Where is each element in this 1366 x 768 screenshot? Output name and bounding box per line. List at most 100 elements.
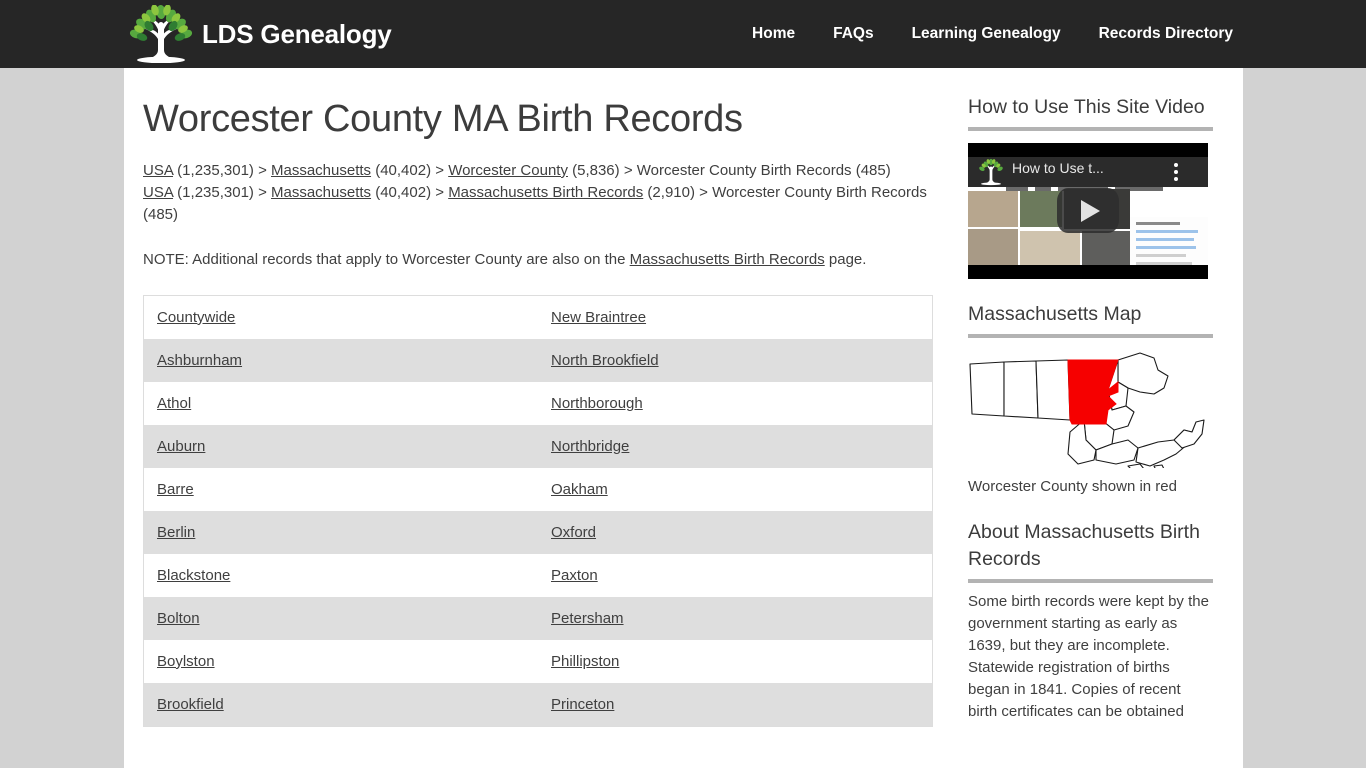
sidebar-video-widget: How to Use This Site Video How to Use t.… [968,94,1213,279]
breadcrumb-link-massachusetts[interactable]: Massachusetts [271,162,371,179]
town-link[interactable]: Paxton [551,567,598,584]
table-cell-left: Berlin [144,511,539,554]
table-cell-left: Ashburnham [144,339,539,382]
breadcrumb-line-1: USA (1,235,301) > Massachusetts (40,402)… [143,160,933,182]
table-row: Ashburnham North Brookfield [143,338,933,382]
town-link[interactable]: Countywide [157,309,235,326]
table-cell-left: Countywide [144,295,539,339]
main-navigation: Home FAQs Learning Genealogy Records Dir… [733,0,1252,68]
table-cell-right: Petersham [538,597,933,640]
kebab-menu-icon[interactable] [1174,163,1178,184]
breadcrumb2-births-count: (2,910) > [643,183,713,201]
town-link[interactable]: Ashburnham [157,352,242,369]
town-link[interactable]: Brookfield [157,696,224,713]
sidebar: How to Use This Site Video How to Use t.… [968,68,1213,738]
video-widget-heading: How to Use This Site Video [968,94,1213,131]
town-link[interactable]: Phillipston [551,653,619,670]
breadcrumb2-link-usa[interactable]: USA [143,184,173,201]
table-cell-left: Brookfield [144,683,539,727]
page-title: Worcester County MA Birth Records [143,98,743,140]
tree-logo-icon [979,158,1003,186]
site-header: LDS Genealogy Home FAQs Learning Genealo… [0,0,1366,68]
note-text-before: NOTE: Additional records that apply to W… [143,250,630,268]
note-link-massachusetts-birth-records[interactable]: Massachusetts Birth Records [630,251,825,268]
table-cell-right: Princeton [538,683,933,727]
video-thumb-nav-strip [1006,178,1176,191]
map-caption: Worcester County shown in red [968,478,1177,495]
about-widget-heading: About Massachusetts Birth Records [968,519,1213,583]
town-links-body: Countywide New Braintree Ashburnham Nort… [143,295,933,727]
main-content: Worcester County MA Birth Records USA (1… [143,68,948,727]
table-cell-right: Northbridge [538,425,933,468]
nav-item-faqs[interactable]: FAQs [814,25,892,43]
table-cell-right: Phillipston [538,640,933,683]
nav-item-learning-genealogy[interactable]: Learning Genealogy [893,25,1080,43]
table-cell-right: Northborough [538,382,933,425]
table-cell-right: Oxford [538,511,933,554]
town-link[interactable]: Princeton [551,696,614,713]
note-paragraph: NOTE: Additional records that apply to W… [143,249,933,271]
breadcrumb2-usa-count: (1,235,301) > [173,183,271,201]
town-link[interactable]: Barre [157,481,194,498]
video-thumb-sidepanel [1130,217,1208,265]
breadcrumb-link-worcester-county[interactable]: Worcester County [448,162,568,179]
table-row: Athol Northborough [143,381,933,425]
breadcrumb2-link-massachusetts-birth-records[interactable]: Massachusetts Birth Records [448,184,643,201]
table-cell-right: North Brookfield [538,339,933,382]
massachusetts-map-image [968,348,1208,473]
nav-item-records-directory[interactable]: Records Directory [1080,25,1252,43]
video-title-overlay: How to Use t... [1012,160,1104,176]
town-link[interactable]: Oakham [551,481,608,498]
map-widget-heading: Massachusetts Map [968,301,1213,338]
table-cell-left: Athol [144,382,539,425]
town-link[interactable]: Auburn [157,438,205,455]
table-row: Berlin Oxford [143,510,933,554]
tree-logo-icon [129,5,193,63]
about-widget-text: Some birth records were kept by the gove… [968,593,1209,720]
video-thumb-topbar: How to Use t... [968,157,1208,191]
breadcrumb-county-count: (5,836) > [567,161,637,179]
video-player[interactable]: How to Use t... [968,143,1208,279]
breadcrumb2-state-count: (40,402) > [371,183,449,201]
breadcrumb-line-2: USA (1,235,301) > Massachusetts (40,402)… [143,182,933,226]
town-link[interactable]: Berlin [157,524,195,541]
town-link[interactable]: North Brookfield [551,352,659,369]
town-link[interactable]: Northborough [551,395,643,412]
table-row: Barre Oakham [143,467,933,511]
breadcrumb2-link-massachusetts[interactable]: Massachusetts [271,184,371,201]
brand-name: LDS Genealogy [202,18,392,49]
table-cell-left: Boylston [144,640,539,683]
breadcrumb-link-usa[interactable]: USA [143,162,173,179]
massachusetts-map-icon [969,352,1205,471]
table-cell-left: Bolton [144,597,539,640]
town-link[interactable]: Blackstone [157,567,230,584]
sidebar-about-widget: About Massachusetts Birth Records Some b… [968,519,1213,723]
play-button-icon[interactable] [1057,188,1119,233]
table-row: Brookfield Princeton [143,682,933,727]
nav-item-home[interactable]: Home [733,25,814,43]
town-links-table: Countywide New Braintree Ashburnham Nort… [143,294,933,727]
table-row: Auburn Northbridge [143,424,933,468]
brand-logo-link[interactable]: LDS Genealogy [128,4,392,64]
town-link[interactable]: Athol [157,395,191,412]
breadcrumb-state-count: (40,402) > [371,161,449,179]
breadcrumb-current-1: Worcester County Birth Records (485) [636,161,891,179]
town-link[interactable]: Boylston [157,653,215,670]
town-link[interactable]: Northbridge [551,438,629,455]
town-link[interactable]: Bolton [157,610,200,627]
town-link[interactable]: Oxford [551,524,596,541]
town-link[interactable]: Petersham [551,610,624,627]
table-cell-left: Barre [144,468,539,511]
note-text-after: page. [824,250,867,268]
table-row: Boylston Phillipston [143,639,933,683]
table-row: Blackstone Paxton [143,553,933,597]
breadcrumb-usa-count: (1,235,301) > [173,161,271,179]
breadcrumb: USA (1,235,301) > Massachusetts (40,402)… [143,160,933,226]
town-link[interactable]: New Braintree [551,309,646,326]
table-cell-right: Paxton [538,554,933,597]
table-cell-right: Oakham [538,468,933,511]
table-cell-left: Auburn [144,425,539,468]
sidebar-map-widget: Massachusetts Map Worcester County shown… [968,301,1213,497]
table-row: Bolton Petersham [143,596,933,640]
page-container: Worcester County MA Birth Records USA (1… [124,68,1243,768]
